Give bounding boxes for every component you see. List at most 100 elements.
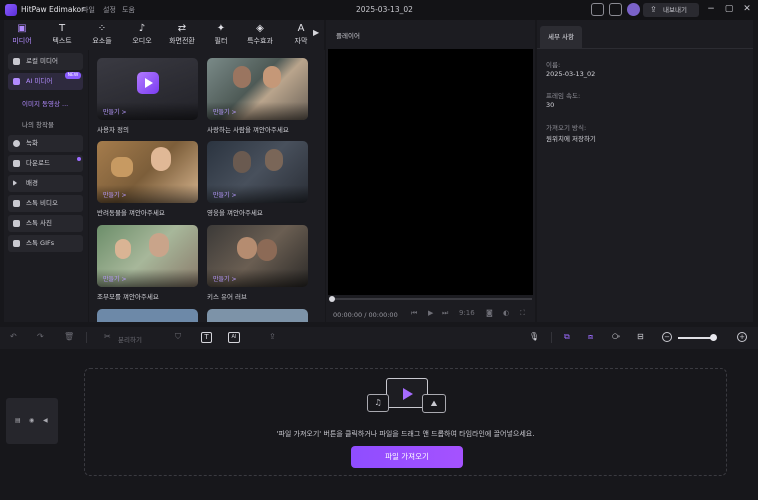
dog-image xyxy=(111,157,133,177)
play-icon[interactable]: ▶ xyxy=(428,309,433,317)
toolbar-scroll-right-icon[interactable]: ▶ xyxy=(313,28,319,37)
fullscreen-icon[interactable]: ⛶ xyxy=(520,309,525,318)
make-link[interactable]: 만들기 > xyxy=(103,274,127,283)
make-link[interactable]: 만들기 > xyxy=(213,190,237,199)
person-face-image xyxy=(151,147,171,171)
menu-file[interactable]: 파일 xyxy=(82,5,95,15)
play-icon xyxy=(13,200,20,207)
image-file-icon: ⛰ xyxy=(422,394,446,413)
make-link[interactable]: 만들기 > xyxy=(213,107,237,116)
media-card[interactable]: 만들기 > xyxy=(97,141,198,203)
tab-transition[interactable]: ⇄ 화면전환 xyxy=(165,22,199,48)
drop-instructions: '파일 가져오기' 버튼을 클릭하거나 파일을 드래그 앤 드롭하여 타임라인에… xyxy=(276,430,535,438)
tab-elements[interactable]: ⁘ 요소들 xyxy=(88,22,116,48)
zoom-in-button[interactable]: + xyxy=(737,332,747,342)
shield-icon[interactable]: ⛉ xyxy=(175,332,181,342)
tab-text[interactable]: T 텍스트 xyxy=(48,22,76,48)
ai-video-icon xyxy=(137,72,159,94)
media-card[interactable]: 만들기 > xyxy=(97,58,198,120)
close-button[interactable]: ✕ xyxy=(741,3,753,15)
tab-media[interactable]: ▣ 미디어 xyxy=(8,22,36,48)
player-label: 플레이어 xyxy=(336,32,360,40)
avatar[interactable] xyxy=(627,3,640,16)
snapshot-icon[interactable]: ◙ xyxy=(486,309,493,317)
make-link[interactable]: 만들기 > xyxy=(103,107,127,116)
next-frame-icon[interactable]: ⏭ xyxy=(442,309,448,318)
track-audio-icon[interactable]: ◀ xyxy=(43,417,48,424)
playback-scrubber[interactable] xyxy=(331,298,532,300)
zoom-out-button[interactable]: − xyxy=(662,332,672,342)
export-button[interactable]: ⇪ 내보내기 xyxy=(643,3,699,17)
track-visibility-icon[interactable]: ◉ xyxy=(29,417,34,424)
link-clips-icon[interactable]: ⧉ xyxy=(564,332,570,342)
person-face-image xyxy=(265,149,283,171)
undo-icon[interactable]: ↶ xyxy=(10,332,17,341)
chevron-right-icon xyxy=(13,180,18,186)
media-card[interactable]: 만들기 > xyxy=(207,141,308,203)
person-face-image xyxy=(233,66,251,88)
make-link[interactable]: 만들기 > xyxy=(103,190,127,199)
fit-timeline-icon[interactable]: ⊟ xyxy=(637,332,644,341)
card-caption: 조부모를 껴안아주세요 xyxy=(97,293,159,301)
sidebar-item-background[interactable]: 배경 xyxy=(8,175,83,192)
sidebar-item-stock-gifs[interactable]: 스톡 GIFs xyxy=(8,235,83,252)
effects-icon: ◈ xyxy=(256,23,264,34)
scissors-icon[interactable]: ✂ xyxy=(104,332,111,341)
split-label[interactable]: 분리하기 xyxy=(118,334,142,344)
sidebar-item-image-video[interactable]: 이미지 동영상 ... xyxy=(22,98,68,108)
aspect-ratio-select[interactable]: 9:16 xyxy=(459,309,475,317)
volume-icon[interactable]: ◐ xyxy=(503,309,509,317)
make-link[interactable]: 만들기 > xyxy=(213,274,237,283)
export-clip-icon[interactable]: ⇪ xyxy=(269,332,276,341)
track-lock-icon[interactable]: ▤ xyxy=(15,417,21,424)
tab-audio[interactable]: ♪ 오디오 xyxy=(128,22,156,48)
sidebar-item-local-media[interactable]: 로컬 미디어 xyxy=(8,53,83,70)
person-face-image xyxy=(237,237,257,259)
media-card[interactable] xyxy=(97,309,198,322)
play-icon xyxy=(145,78,153,88)
previous-frame-icon[interactable]: ⏮ xyxy=(411,309,417,318)
sidebar-item-record[interactable]: 녹화 xyxy=(8,135,83,152)
sidebar-item-stock-photo[interactable]: 스톡 사진 xyxy=(8,215,83,232)
details-divider xyxy=(537,48,753,49)
media-icon: ▣ xyxy=(17,23,27,34)
media-card[interactable]: 만들기 > xyxy=(207,225,308,287)
menu-settings[interactable]: 설정 xyxy=(103,5,116,15)
minimize-button[interactable]: − xyxy=(705,3,717,15)
sidebar-item-stock-video[interactable]: 스톡 비디오 xyxy=(8,195,83,212)
zoom-slider-handle[interactable] xyxy=(710,334,717,341)
import-method-value: 원위치에 저장하기 xyxy=(546,135,596,143)
app-name: HitPaw Edimakor xyxy=(21,5,85,14)
scrubber-handle[interactable] xyxy=(329,296,335,302)
delete-icon[interactable]: 🗑 xyxy=(64,332,74,341)
notification-icon[interactable] xyxy=(609,3,622,16)
person-face-image xyxy=(257,239,277,261)
tab-details[interactable]: 세부 사항 xyxy=(540,26,582,48)
sidebar-item-my-creations[interactable]: 나의 창작물 xyxy=(22,119,54,129)
player-screen[interactable] xyxy=(328,49,533,295)
card-caption: 영웅을 껴안아주세요 xyxy=(207,209,263,217)
maximize-button[interactable]: ▢ xyxy=(723,3,735,15)
new-badge: NEW xyxy=(65,72,81,79)
media-card[interactable]: 만들기 > xyxy=(207,58,308,120)
audio-icon: ♪ xyxy=(138,23,146,34)
media-card[interactable]: 만들기 > xyxy=(97,225,198,287)
tab-subtitle[interactable]: A 자막 xyxy=(288,22,314,48)
feedback-icon[interactable] xyxy=(591,3,604,16)
ai-tool-icon[interactable]: AI xyxy=(228,332,240,343)
tab-effects[interactable]: ◈ 특수효과 xyxy=(243,22,277,48)
menu-help[interactable]: 도움 xyxy=(122,5,135,15)
ai-icon xyxy=(13,78,20,85)
text-tool-icon[interactable]: T xyxy=(201,332,212,343)
snap-icon[interactable]: ⧈ xyxy=(588,332,593,342)
person-face-image xyxy=(233,151,251,173)
microphone-icon[interactable]: 🎙 xyxy=(529,332,539,341)
sidebar-item-download[interactable]: 다운로드 xyxy=(8,155,83,172)
redo-icon[interactable]: ↷ xyxy=(37,332,44,341)
media-card[interactable] xyxy=(207,309,308,322)
gif-icon xyxy=(13,240,20,247)
app-logo xyxy=(5,4,17,16)
import-files-button[interactable]: 파일 가져오기 xyxy=(351,446,463,468)
split-view-icon[interactable]: ⧂ xyxy=(612,332,620,342)
tab-filter[interactable]: ✦ 필터 xyxy=(208,22,234,48)
